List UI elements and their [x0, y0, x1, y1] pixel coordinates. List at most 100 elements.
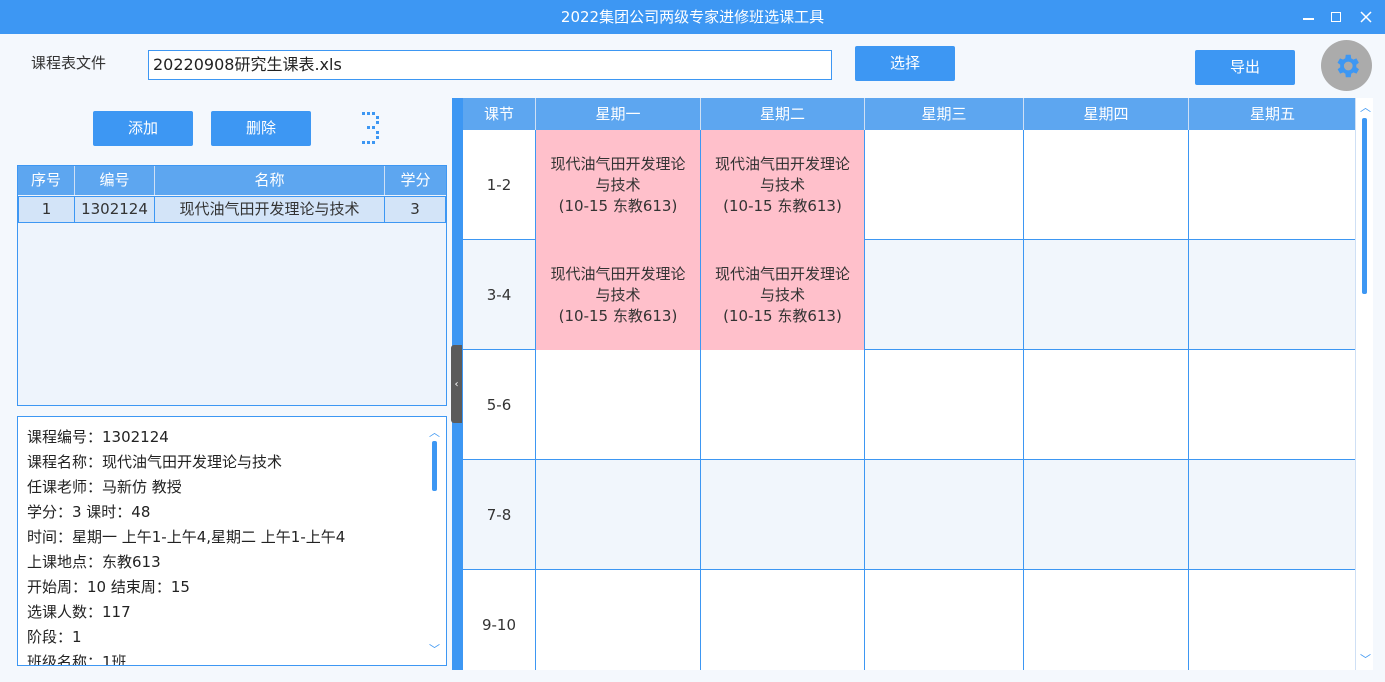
window-title: 2022集团公司两级专家进修班选课工具	[560, 8, 825, 26]
chevron-left-icon: ‹	[454, 378, 459, 390]
detail-line: 任课老师：马新仿 教授	[27, 478, 182, 496]
course-title-line1: 现代油气田开发理论	[550, 154, 686, 173]
period-label: 1-2	[463, 130, 536, 240]
header-tuesday: 星期二	[701, 98, 865, 130]
course-cell[interactable]: 现代油气田开发理论 与技术 (10-15 东教613)	[536, 240, 701, 350]
empty-cell[interactable]	[1189, 130, 1355, 240]
empty-cell[interactable]	[865, 240, 1024, 350]
file-path-field[interactable]: 20220908研究生课表.xls	[148, 50, 832, 80]
add-course-button[interactable]: 添加	[93, 111, 193, 146]
maximize-icon	[1331, 12, 1341, 22]
table-header: 序号 编号 名称 学分	[18, 166, 446, 195]
maximize-button[interactable]	[1321, 0, 1351, 34]
detail-line: 开始周：10 结束周：15	[27, 578, 190, 596]
empty-cell[interactable]	[1189, 570, 1355, 670]
minimize-button[interactable]	[1293, 0, 1323, 34]
course-title-line1: 现代油气田开发理论	[714, 154, 850, 173]
header-monday: 星期一	[536, 98, 701, 130]
column-header-name: 名称	[155, 166, 385, 195]
empty-cell[interactable]	[1189, 350, 1355, 460]
header-thursday: 星期四	[1024, 98, 1189, 130]
column-header-code: 编号	[75, 166, 155, 195]
empty-cell[interactable]	[865, 350, 1024, 460]
course-title-line2: 与技术	[595, 175, 641, 194]
detail-line: 课程编号：1302124	[27, 428, 169, 446]
schedule-row: 9-10	[463, 570, 1355, 670]
course-title-line2: 与技术	[759, 175, 805, 194]
course-info-line: (10-15 东教613)	[723, 306, 842, 325]
settings-button[interactable]	[1321, 40, 1372, 91]
empty-cell[interactable]	[1024, 570, 1189, 670]
scroll-up-icon[interactable]: ︿	[1359, 101, 1372, 114]
course-title-line2: 与技术	[595, 285, 641, 304]
scroll-up-icon[interactable]: ︿	[428, 426, 441, 439]
empty-cell[interactable]	[1024, 350, 1189, 460]
scroll-down-icon[interactable]: ﹀	[1359, 653, 1372, 666]
schedule-header: 课节 星期一 星期二 星期三 星期四 星期五	[463, 98, 1355, 130]
empty-cell[interactable]	[865, 130, 1024, 240]
empty-cell[interactable]	[701, 460, 865, 570]
header-friday: 星期五	[1249, 105, 1295, 123]
table-row[interactable]: 1 1302124 现代油气田开发理论与技术 3	[18, 196, 446, 223]
empty-cell[interactable]	[1189, 240, 1355, 350]
course-cell[interactable]: 现代油气田开发理论 与技术 (10-15 东教613)	[701, 130, 865, 240]
row-code: 1302124	[75, 197, 155, 222]
empty-cell[interactable]	[701, 350, 865, 460]
detail-line: 班级名称：1班	[27, 653, 127, 666]
gear-icon	[1337, 54, 1359, 77]
period-label: 3-4	[463, 240, 536, 350]
course-title-line2: 与技术	[759, 285, 805, 304]
row-index: 1	[19, 197, 75, 222]
detail-line: 时间：星期一 上午1-上午4,星期二 上午1-上午4	[27, 528, 346, 546]
selected-courses-table: 序号 编号 名称 学分 1 1302124 现代油气田开发理论与技术 3	[17, 165, 447, 406]
empty-cell[interactable]	[865, 570, 1024, 670]
empty-cell[interactable]	[536, 460, 701, 570]
title-bar: 2022集团公司两级专家进修班选课工具	[0, 0, 1385, 34]
period-label: 7-8	[463, 460, 536, 570]
course-info-line: (10-15 东教613)	[723, 196, 842, 215]
export-button[interactable]: 导出	[1195, 50, 1295, 85]
detail-line: 课程名称：现代油气田开发理论与技术	[27, 453, 283, 471]
column-header-index: 序号	[18, 166, 75, 195]
delete-course-button[interactable]: 删除	[211, 111, 311, 146]
schedule-row: 1-2 现代油气田开发理论 与技术 (10-15 东教613) 现代油气田开发理…	[463, 130, 1355, 240]
row-credits: 3	[410, 200, 420, 218]
close-icon	[1360, 11, 1372, 23]
file-label: 课程表文件	[31, 54, 107, 72]
course-details-panel[interactable]: 课程编号：1302124 课程名称：现代油气田开发理论与技术 任课老师：马新仿 …	[17, 416, 447, 666]
close-button[interactable]	[1351, 0, 1381, 34]
scroll-down-icon[interactable]: ﹀	[428, 643, 441, 656]
empty-cell[interactable]	[1189, 460, 1355, 570]
row-name: 现代油气田开发理论与技术	[155, 197, 385, 222]
detail-line: 上课地点：东教613	[27, 553, 161, 571]
empty-cell[interactable]	[1024, 460, 1189, 570]
empty-cell[interactable]	[701, 570, 865, 670]
column-header-credits: 学分	[400, 171, 431, 189]
course-title-line1: 现代油气田开发理论	[550, 264, 686, 283]
period-label: 5-6	[463, 350, 536, 460]
empty-cell[interactable]	[1024, 130, 1189, 240]
schedule-scrollbar[interactable]: ︿ ﹀	[1355, 98, 1373, 670]
empty-cell[interactable]	[865, 460, 1024, 570]
course-info-line: (10-15 东教613)	[558, 196, 678, 215]
schedule-row: 5-6	[463, 350, 1355, 460]
header-period: 课节	[463, 98, 536, 130]
empty-cell[interactable]	[536, 570, 701, 670]
course-info-line: (10-15 东教613)	[558, 306, 678, 325]
schedule-row: 3-4 现代油气田开发理论 与技术 (10-15 东教613) 现代油气田开发理…	[463, 240, 1355, 350]
scrollbar-thumb[interactable]	[1362, 118, 1367, 294]
schedule-row: 7-8	[463, 460, 1355, 570]
schedule-grid: 课节 星期一 星期二 星期三 星期四 星期五 1-2 现代油气田开发理论 与技术…	[462, 98, 1355, 670]
minimize-icon	[1302, 18, 1314, 20]
collapse-panel-handle[interactable]: ‹	[451, 345, 462, 423]
course-cell[interactable]: 现代油气田开发理论 与技术 (10-15 东教613)	[536, 130, 701, 240]
loading-dots-icon	[362, 112, 379, 144]
details-scrollbar[interactable]: ︿ ﹀	[424, 417, 446, 665]
detail-line: 阶段：1	[27, 628, 82, 646]
empty-cell[interactable]	[536, 350, 701, 460]
scrollbar-thumb[interactable]	[432, 441, 437, 491]
period-label: 9-10	[463, 570, 536, 670]
course-cell[interactable]: 现代油气田开发理论 与技术 (10-15 东教613)	[701, 240, 865, 350]
select-file-button[interactable]: 选择	[855, 46, 955, 81]
empty-cell[interactable]	[1024, 240, 1189, 350]
